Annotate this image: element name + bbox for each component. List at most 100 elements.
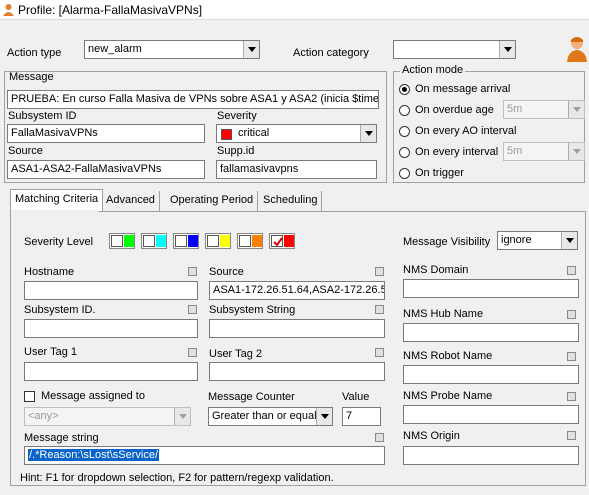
on-overdue-age-label: On overdue age bbox=[415, 104, 494, 116]
chevron-down-icon[interactable] bbox=[316, 408, 332, 425]
on-every-interval-label: On every interval bbox=[415, 146, 499, 158]
message-assigned-checkbox[interactable] bbox=[24, 391, 35, 402]
tab-panel bbox=[10, 211, 586, 486]
chevron-down-icon[interactable] bbox=[561, 232, 577, 249]
message-string-option-button[interactable] bbox=[375, 433, 384, 442]
chevron-down-icon[interactable] bbox=[499, 41, 515, 58]
interval-select[interactable]: 5m bbox=[503, 142, 585, 161]
subsystem-id-filter-input[interactable] bbox=[24, 319, 198, 338]
radio-on-every-interval[interactable] bbox=[399, 147, 410, 158]
subsystem-string-option-button[interactable] bbox=[375, 305, 384, 314]
tab-operating-period[interactable]: Operating Period bbox=[166, 191, 259, 211]
subsystem-id-label: Subsystem ID bbox=[8, 110, 77, 122]
user-tag1-option-button[interactable] bbox=[188, 348, 197, 357]
severity-filter-minor[interactable] bbox=[109, 233, 135, 249]
severity-label: Severity bbox=[217, 110, 257, 122]
nms-hub-option-button[interactable] bbox=[567, 310, 576, 319]
user-avatar-icon bbox=[567, 37, 587, 62]
severity-filter-critical[interactable] bbox=[269, 233, 295, 249]
user-tag2-input[interactable] bbox=[209, 362, 385, 381]
tab-matching-criteria[interactable]: Matching Criteria bbox=[10, 189, 104, 212]
subsystem-id-filter-label: Subsystem ID. bbox=[24, 304, 96, 316]
message-input[interactable]: PRUEBA: En curso Falla Masiva de VPNs so… bbox=[7, 90, 379, 109]
nms-probe-option-button[interactable] bbox=[567, 392, 576, 401]
chevron-down-icon[interactable] bbox=[360, 125, 376, 142]
source-label: Source bbox=[8, 145, 43, 157]
severity-filter-major[interactable] bbox=[237, 233, 263, 249]
value-label: Value bbox=[342, 391, 370, 403]
radio-on-message-arrival[interactable] bbox=[399, 84, 410, 95]
suppid-input[interactable]: fallamasivavpns bbox=[216, 160, 377, 179]
radio-on-every-ao-interval[interactable] bbox=[399, 126, 410, 137]
hint-text: Hint: F1 for dropdown selection, F2 for … bbox=[20, 472, 334, 484]
source-filter-input[interactable]: ASA1-172.26.51.64,ASA2-172.26.5 bbox=[209, 281, 385, 300]
chevron-down-icon[interactable] bbox=[568, 101, 584, 118]
hostname-option-button[interactable] bbox=[188, 267, 197, 276]
subsystem-id-option-button[interactable] bbox=[188, 305, 197, 314]
user-tag2-label: User Tag 2 bbox=[209, 348, 262, 360]
message-counter-label: Message Counter bbox=[208, 391, 295, 403]
source-input[interactable]: ASA1-ASA2-FallaMasivaVPNs bbox=[7, 160, 205, 179]
message-counter-select[interactable]: Greater than or equal bbox=[208, 407, 333, 426]
nms-domain-input[interactable] bbox=[403, 279, 579, 298]
user-tag2-option-button[interactable] bbox=[375, 348, 384, 357]
nms-probe-input[interactable] bbox=[403, 405, 579, 424]
nms-origin-label: NMS Origin bbox=[403, 430, 460, 442]
on-trigger-label: On trigger bbox=[415, 167, 464, 179]
title-bar: Profile: [Alarma-FallaMasivaVPNs] bbox=[0, 0, 589, 20]
message-visibility-label: Message Visibility bbox=[403, 236, 491, 248]
message-assigned-label: Message assigned to bbox=[41, 390, 145, 402]
severity-color-swatch bbox=[221, 129, 232, 140]
nms-robot-input[interactable] bbox=[403, 365, 579, 384]
message-visibility-select[interactable]: ignore bbox=[497, 231, 578, 250]
nms-domain-label: NMS Domain bbox=[403, 264, 469, 276]
suppid-label: Supp.id bbox=[217, 145, 255, 157]
nms-origin-input[interactable] bbox=[403, 446, 579, 465]
user-tag1-input[interactable] bbox=[24, 362, 198, 381]
nms-origin-option-button[interactable] bbox=[567, 431, 576, 440]
window-title: Profile: [Alarma-FallaMasivaVPNs] bbox=[18, 3, 203, 17]
radio-on-overdue-age[interactable] bbox=[399, 105, 410, 116]
message-label: Message bbox=[9, 71, 54, 83]
message-string-input[interactable]: /.*Reason:\sLost\sService/ bbox=[24, 446, 385, 465]
chevron-down-icon[interactable] bbox=[568, 143, 584, 160]
subsystem-string-label: Subsystem String bbox=[209, 304, 296, 316]
action-mode-label: Action mode bbox=[400, 64, 466, 76]
hostname-label: Hostname bbox=[24, 266, 75, 278]
source-filter-label: Source bbox=[209, 266, 244, 278]
hostname-input[interactable] bbox=[24, 281, 198, 300]
subsystem-id-input[interactable]: FallaMasivaVPNs bbox=[7, 124, 205, 143]
subsystem-string-input[interactable] bbox=[209, 319, 385, 338]
nms-hub-label: NMS Hub Name bbox=[403, 308, 484, 320]
nms-robot-label: NMS Robot Name bbox=[403, 350, 493, 362]
nms-hub-input[interactable] bbox=[403, 323, 579, 342]
user-tag1-label: User Tag 1 bbox=[24, 346, 77, 358]
severity-filter-warning-blue[interactable] bbox=[173, 233, 199, 249]
action-category-label: Action category bbox=[293, 47, 369, 59]
message-assigned-select[interactable]: <any> bbox=[24, 407, 191, 426]
counter-value-input[interactable]: 7 bbox=[342, 407, 381, 426]
chevron-down-icon[interactable] bbox=[174, 408, 190, 425]
severity-select[interactable]: critical bbox=[216, 124, 377, 143]
radio-on-trigger[interactable] bbox=[399, 168, 410, 179]
severity-level-label: Severity Level bbox=[24, 236, 94, 248]
severity-filter-warning[interactable] bbox=[205, 233, 231, 249]
action-category-select[interactable] bbox=[393, 40, 516, 59]
profile-icon bbox=[3, 4, 14, 16]
message-string-selected-text: /.*Reason:\sLost\sService/ bbox=[28, 449, 160, 461]
message-string-label: Message string bbox=[24, 432, 99, 444]
action-type-label: Action type bbox=[7, 47, 62, 59]
action-type-select[interactable]: new_alarm bbox=[84, 40, 260, 59]
overdue-age-select[interactable]: 5m bbox=[503, 100, 585, 119]
nms-domain-option-button[interactable] bbox=[567, 266, 576, 275]
tab-advanced[interactable]: Advanced bbox=[102, 191, 160, 211]
chevron-down-icon[interactable] bbox=[243, 41, 259, 58]
source-option-button[interactable] bbox=[375, 267, 384, 276]
checkmark-icon bbox=[273, 237, 283, 247]
tab-scheduling[interactable]: Scheduling bbox=[259, 191, 323, 211]
severity-filter-info[interactable] bbox=[141, 233, 167, 249]
nms-probe-label: NMS Probe Name bbox=[403, 390, 493, 402]
on-every-ao-interval-label: On every AO interval bbox=[415, 125, 517, 137]
on-message-arrival-label: On message arrival bbox=[415, 83, 511, 95]
nms-robot-option-button[interactable] bbox=[567, 352, 576, 361]
